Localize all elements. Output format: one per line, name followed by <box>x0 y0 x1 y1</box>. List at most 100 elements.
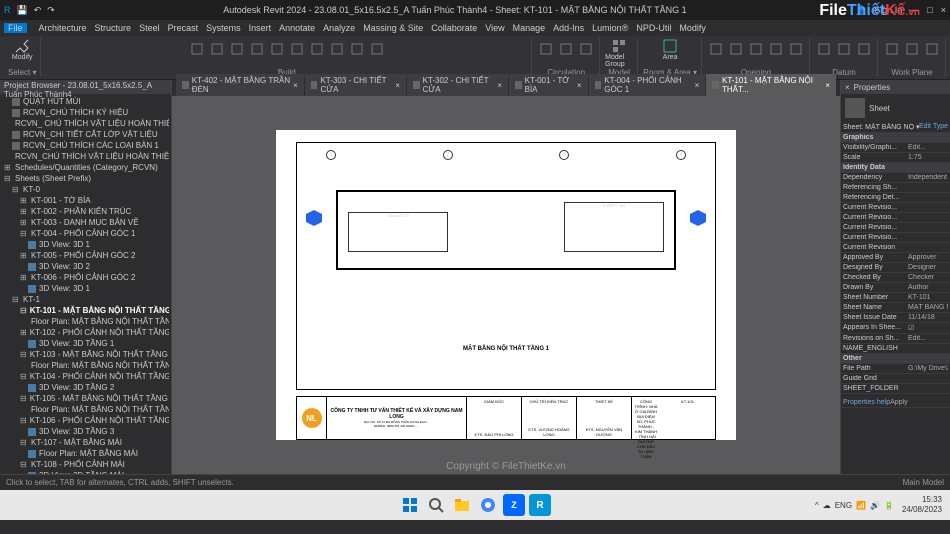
tree-item[interactable]: ⊟KT-106 - PHỐI CẢNH NỘI THẤT TẦNG 3 <box>2 415 169 426</box>
ribbon-tool[interactable] <box>903 38 921 60</box>
ribbon-tab[interactable]: Lumion® <box>588 23 632 33</box>
ribbon-tool[interactable] <box>537 38 555 60</box>
view-tab[interactable]: KT-004 - PHỐI CẢNH GÓC 1× <box>589 74 706 96</box>
tray-lang[interactable]: ENG <box>835 501 852 510</box>
property-row[interactable]: Scale1:75 <box>841 153 950 163</box>
revit-task-icon[interactable]: R <box>529 494 551 516</box>
property-group-header[interactable]: Other <box>841 354 950 364</box>
tree-item[interactable]: 3D View: 3D TẦNG 3 <box>2 426 169 437</box>
ribbon-tab[interactable]: Steel <box>135 23 164 33</box>
ribbon-tab[interactable]: Systems <box>202 23 245 33</box>
property-group-header[interactable]: Graphics <box>841 133 950 143</box>
tray-chevron-icon[interactable]: ^ <box>815 501 819 510</box>
tree-item[interactable]: ⊟KT-105 - MẶT BẰNG NỘI THẤT TẦNG 3 <box>2 393 169 404</box>
ribbon-tool[interactable] <box>368 38 386 60</box>
ribbon-tool[interactable] <box>767 38 785 60</box>
property-row[interactable]: Revisions on Sh...Edit... <box>841 334 950 344</box>
system-clock[interactable]: 15:33 24/08/2023 <box>902 495 942 515</box>
tree-item[interactable]: Floor Plan: MẶT BẰNG MÁI <box>2 448 169 459</box>
property-row[interactable]: Current Revisio... <box>841 213 950 223</box>
ribbon-tab[interactable]: Precast <box>164 23 203 33</box>
property-group-header[interactable]: Identity Data <box>841 163 950 173</box>
chrome-icon[interactable] <box>477 494 499 516</box>
tree-item[interactable]: ⊞KT-005 - PHỐI CẢNH GÓC 2 <box>2 250 169 261</box>
start-button[interactable] <box>399 494 421 516</box>
qat-redo-icon[interactable]: ↷ <box>47 5 55 16</box>
qat-undo-icon[interactable]: ↶ <box>34 5 42 16</box>
property-row[interactable]: Referencing Sh... <box>841 183 950 193</box>
ribbon-tab[interactable]: Collaborate <box>427 23 481 33</box>
tree-item[interactable]: ⊞KT-001 - TỜ BÌA <box>2 195 169 206</box>
property-row[interactable]: NAME_ENGLISH <box>841 344 950 354</box>
tab-close-icon[interactable]: × <box>825 81 830 90</box>
zalo-icon[interactable]: Z <box>503 494 525 516</box>
tree-item[interactable]: RCVN_ CHÚ THÍCH VẬT LIỆU HOÀN THIỆN <box>2 118 169 129</box>
tree-item[interactable]: ⊟KT-0 <box>2 184 169 195</box>
ribbon-tab[interactable]: NPD-Util <box>632 23 675 33</box>
tab-close-icon[interactable]: × <box>497 81 502 90</box>
property-row[interactable]: File PathG:\My Drive\2. C... <box>841 364 950 374</box>
ribbon-tab[interactable]: Add-Ins <box>549 23 588 33</box>
tray-wifi-icon[interactable]: 📶 <box>856 501 866 510</box>
tree-item[interactable]: 3D View: 3D TẦNG MÁI <box>2 470 169 474</box>
ribbon-tab[interactable]: Modify <box>675 23 710 33</box>
tree-item[interactable]: ⊟KT-108 - PHỐI CẢNH MÁI <box>2 459 169 470</box>
ribbon-tool[interactable] <box>577 38 595 60</box>
view-tab[interactable]: KT-101 - MẶT BẰNG NỘI THẤT...× <box>706 74 836 96</box>
ribbon-tool[interactable] <box>268 38 286 60</box>
ribbon-tab[interactable]: Insert <box>245 23 276 33</box>
ribbon-tool[interactable] <box>248 38 266 60</box>
tree-item[interactable]: ⊞KT-002 - PHẦN KIẾN TRÚC <box>2 206 169 217</box>
tree-item[interactable]: RCVN_CHÚ THÍCH CÁC LOẠI BÀN 1 <box>2 140 169 151</box>
tree-item[interactable]: 3D View: 3D 1 <box>2 283 169 294</box>
property-row[interactable]: SHEET_FOLDER <box>841 384 950 394</box>
tree-item[interactable]: 3D View: 3D 2 <box>2 261 169 272</box>
tree-item[interactable]: RCVN_CHÚ THÍCH KÝ HIỆU <box>2 107 169 118</box>
main-model-selector[interactable]: Main Model <box>903 478 944 487</box>
ribbon-tool[interactable] <box>328 38 346 60</box>
ribbon-tool[interactable] <box>923 38 941 60</box>
tab-close-icon[interactable]: × <box>695 81 700 90</box>
viewport[interactable]: 1234 GARA Ô TÔ P. BẾP + ĂN MẶT BẰNG NỘI … <box>172 96 840 474</box>
tree-item[interactable]: ⊟Sheets (Sheet Prefix) <box>2 173 169 184</box>
ribbon-tab[interactable]: Analyze <box>319 23 359 33</box>
tree-item[interactable]: ⊞KT-006 - PHỐI CẢNH GÓC 2 <box>2 272 169 283</box>
close-icon[interactable]: × <box>845 83 850 92</box>
area-tool[interactable]: Area <box>656 38 684 68</box>
file-menu[interactable]: File <box>4 23 27 33</box>
tree-item[interactable]: Floor Plan: MẶT BẰNG NỘI THẤT TẦNG 2 <box>2 360 169 371</box>
qat-save-icon[interactable]: 💾 <box>17 5 28 16</box>
tree-item[interactable]: ⊟KT-1 <box>2 294 169 305</box>
property-row[interactable]: Current Revisio... <box>841 223 950 233</box>
property-row[interactable]: Appears In Shee...☑ <box>841 323 950 334</box>
property-row[interactable]: Current Revision <box>841 243 950 253</box>
tree-item[interactable]: 3D View: 3D TẦNG 2 <box>2 382 169 393</box>
close-button[interactable]: × <box>941 5 946 15</box>
property-row[interactable]: Sheet Issue Date11/14/18 <box>841 313 950 323</box>
property-row[interactable]: DependencyIndependent <box>841 173 950 183</box>
tray-volume-icon[interactable]: 🔊 <box>870 501 880 510</box>
maximize-button[interactable]: □ <box>927 5 932 15</box>
ribbon-tool[interactable] <box>835 38 853 60</box>
tree-item[interactable]: RCVN_CHI TIẾT CẮT LỚP VẬT LIỆU <box>2 129 169 140</box>
view-tab[interactable]: KT-402 - MẶT BẰNG TRẦN ĐÈN× <box>176 74 304 96</box>
ribbon-tab[interactable]: Architecture <box>35 23 91 33</box>
ribbon-tool[interactable] <box>747 38 765 60</box>
tree-item[interactable]: ⊟KT-107 - MẶT BẰNG MÁI <box>2 437 169 448</box>
properties-help-link[interactable]: Properties help <box>843 399 890 406</box>
tree-item[interactable]: QUẠT HÚT MÙI <box>2 96 169 107</box>
ribbon-tool[interactable] <box>188 38 206 60</box>
tree-item[interactable]: ⊟KT-101 - MẶT BẰNG NỘI THẤT TẦNG 1 <box>2 305 169 316</box>
ribbon-tool[interactable] <box>208 38 226 60</box>
explorer-icon[interactable] <box>451 494 473 516</box>
ribbon-tool[interactable] <box>557 38 575 60</box>
modify-tool[interactable]: Modify <box>8 38 36 68</box>
tree-item[interactable]: Floor Plan: MẶT BẰNG NỘI THẤT TẦNG 1 <box>2 316 169 327</box>
property-row[interactable]: Referencing Det... <box>841 193 950 203</box>
ribbon-tab[interactable]: Manage <box>509 23 550 33</box>
tab-close-icon[interactable]: × <box>293 81 298 90</box>
tree-item[interactable]: RCVN_CHÚ THÍCH VẬT LIỆU HOÀN THIỆN 2 <box>2 151 169 162</box>
ribbon-tool[interactable] <box>228 38 246 60</box>
instance-selector[interactable]: Sheet: MẶT BẰNG NỘ ▾ <box>843 123 919 131</box>
model-group-tool[interactable]: Model Group <box>605 38 633 68</box>
